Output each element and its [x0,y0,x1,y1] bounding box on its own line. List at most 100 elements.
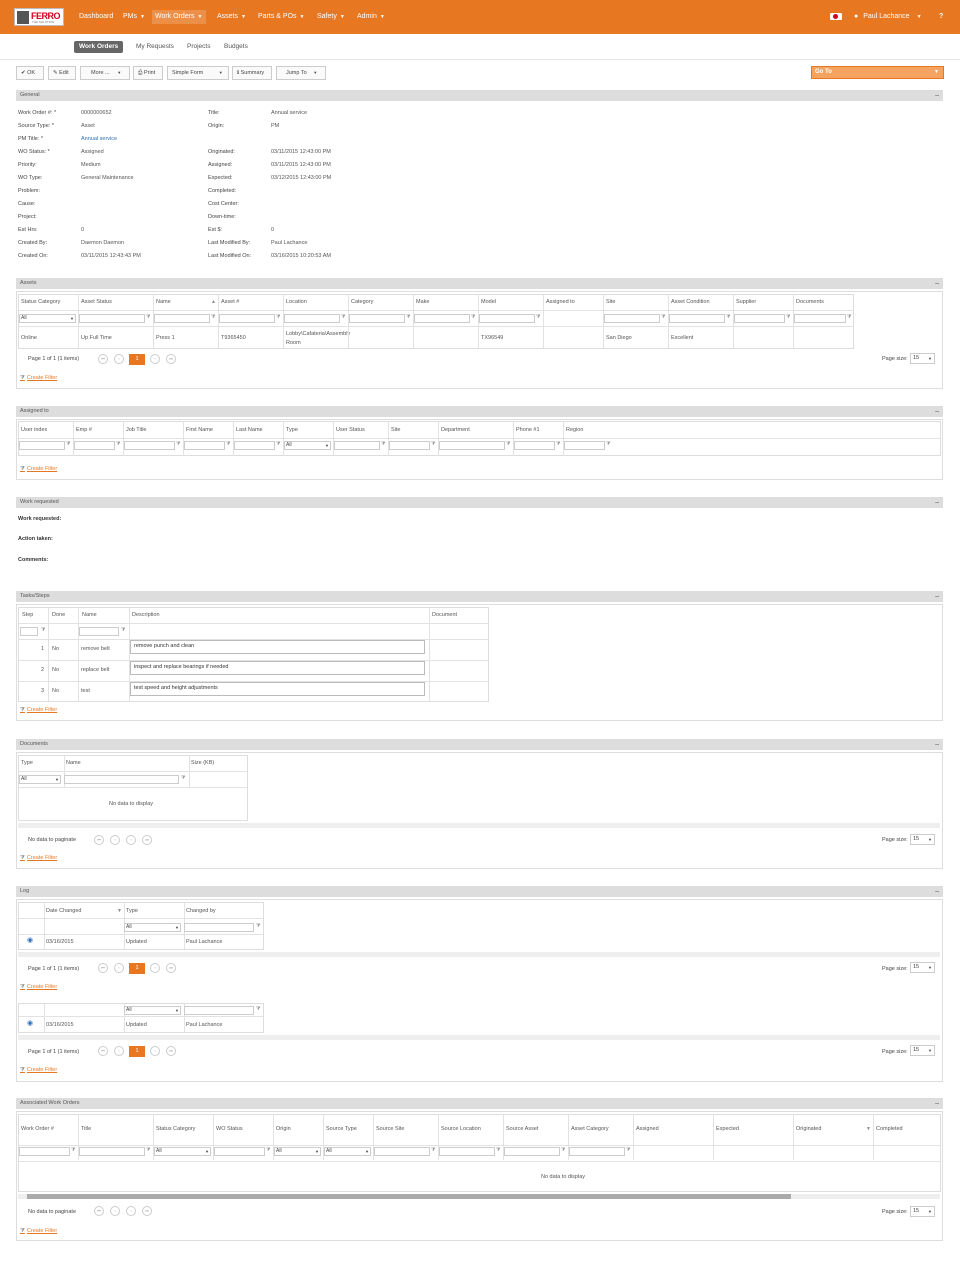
col-changed-by[interactable]: Changed by [186,908,216,914]
column-header[interactable]: Asset # [221,299,239,305]
subnav-work-orders[interactable]: Work Orders [74,41,124,53]
nav-parts-pos[interactable]: Parts & POs ▼ [255,10,307,24]
more-button[interactable]: More ... ▼ [80,66,130,80]
nav-work-orders[interactable]: Work Orders ▼ [152,10,206,24]
collapse-icon[interactable]: – [935,278,939,289]
user-menu[interactable]: ● Paul Lachance ▼ [851,10,925,24]
filter-input[interactable] [334,441,380,450]
jump-to-button[interactable]: Jump To ▼ [276,66,326,80]
associated-section-header[interactable]: Associated Work Orders – [16,1098,943,1109]
create-filter-link[interactable]: ⧩ Create Filter [20,1067,57,1074]
assigned-section-header[interactable]: Assigned to – [16,406,943,417]
collapse-icon[interactable]: – [935,591,939,602]
funnel-icon[interactable]: ⧩ [561,1147,565,1153]
page-size-select[interactable]: 15 ▼ [910,834,935,845]
filter-input[interactable] [374,1147,430,1156]
documents-scrollbar[interactable] [18,823,940,828]
next-page-icon[interactable]: › [150,354,160,364]
prev-page-icon[interactable]: ‹ [110,1206,120,1216]
column-header[interactable]: User Status [336,427,365,433]
first-page-icon[interactable]: ⏮ [98,1046,108,1056]
col-document[interactable]: Document [432,612,457,618]
funnel-icon[interactable]: ⧩ [536,314,540,320]
prev-page-icon[interactable]: ‹ [114,963,124,973]
filter-input[interactable] [184,441,225,450]
funnel-icon[interactable]: ⧩ [661,314,665,320]
create-filter-link[interactable]: ⧩ Create Filter [20,855,57,862]
column-header[interactable]: Origin [276,1126,291,1132]
field-value[interactable]: Annual service [81,136,117,142]
column-header[interactable]: Site [606,299,615,305]
column-header[interactable]: Asset Condition [671,299,710,305]
nav-dashboard[interactable]: Dashboard [76,10,116,24]
funnel-icon[interactable]: ⧩ [146,1147,150,1153]
column-header[interactable]: Originated [796,1126,821,1132]
col-description[interactable]: Description [132,612,160,618]
go-to-dropdown[interactable]: Go To ▼ [811,66,944,79]
funnel-icon[interactable]: ⧩ [506,441,510,447]
prev-page-icon[interactable]: ‹ [110,835,120,845]
ferro-logo[interactable]: FERRO THE SOLUTION [14,8,64,26]
filter-input[interactable] [669,314,725,323]
filter-select[interactable]: All ▼ [19,314,76,323]
collapse-icon[interactable]: – [935,739,939,750]
associated-scrollbar[interactable] [18,1194,940,1199]
column-header[interactable]: Status Category [156,1126,195,1132]
column-header[interactable]: Location [286,299,307,305]
funnel-icon[interactable]: ⧩ [266,1147,270,1153]
type-filter-select[interactable]: All ▼ [19,775,61,784]
column-header[interactable]: Expected [716,1126,739,1132]
name-filter-input[interactable] [64,775,179,784]
column-header[interactable]: Supplier [736,299,756,305]
funnel-icon[interactable]: ⧩ [471,314,475,320]
filter-input[interactable] [794,314,846,323]
column-header[interactable]: Type [286,427,298,433]
last-page-icon[interactable]: ⏭ [166,354,176,364]
eye-icon[interactable]: ◉ [27,936,33,944]
tasks-section-header[interactable]: Tasks/Steps – [16,591,943,602]
filter-input[interactable] [389,441,430,450]
funnel-icon[interactable]: ⧩ [276,314,280,320]
name-filter-input[interactable] [79,627,119,636]
column-header[interactable]: First Name [186,427,213,433]
funnel-icon[interactable]: ⧩ [256,1006,260,1012]
column-header[interactable]: Site [391,427,400,433]
funnel-icon[interactable]: ⧩ [121,627,125,633]
funnel-icon[interactable]: ⧩ [71,1147,75,1153]
subnav-budgets[interactable]: Budgets [219,41,253,53]
next-page-icon[interactable]: › [126,835,136,845]
nav-admin[interactable]: Admin ▼ [354,10,388,24]
column-header[interactable]: Emp # [76,427,92,433]
column-header[interactable]: Source Type [326,1126,357,1132]
first-page-icon[interactable]: ⏮ [94,1206,104,1216]
eye-icon[interactable]: ◉ [27,1019,33,1027]
col-name[interactable]: Name [82,612,97,618]
create-filter-link[interactable]: ⧩ Create Filter [20,1228,57,1235]
col-name[interactable]: Name [66,760,81,766]
filter-input[interactable] [504,1147,560,1156]
funnel-icon[interactable]: ⧩ [606,441,610,447]
column-header[interactable]: Phone #1 [516,427,540,433]
sort-desc-icon[interactable]: ▼ [866,1126,871,1132]
summary-button[interactable]: ℹ Summary [232,66,272,80]
filter-input[interactable] [214,1147,265,1156]
column-header[interactable]: Last Name [236,427,263,433]
column-header[interactable]: Model [481,299,496,305]
filter-input[interactable] [124,441,175,450]
filter-input[interactable] [479,314,535,323]
filter-input[interactable] [734,314,785,323]
ok-button[interactable]: ✔ OK [16,66,44,80]
collapse-icon[interactable]: – [935,886,939,897]
filter-input[interactable] [569,1147,625,1156]
funnel-icon[interactable]: ⧩ [276,441,280,447]
task-description-field[interactable]: inspect and replace bearings if needed [130,661,425,675]
filter-input[interactable] [19,441,65,450]
funnel-icon[interactable]: ⧩ [556,441,560,447]
funnel-icon[interactable]: ⧩ [496,1147,500,1153]
column-header[interactable]: Make [416,299,429,305]
funnel-icon[interactable]: ⧩ [41,627,45,633]
flag-icon[interactable] [830,13,842,20]
last-page-icon[interactable]: ⏭ [142,1206,152,1216]
filter-select[interactable]: All ▼ [154,1147,211,1156]
simple-form-button[interactable]: Simple Form ▼ [167,66,229,80]
